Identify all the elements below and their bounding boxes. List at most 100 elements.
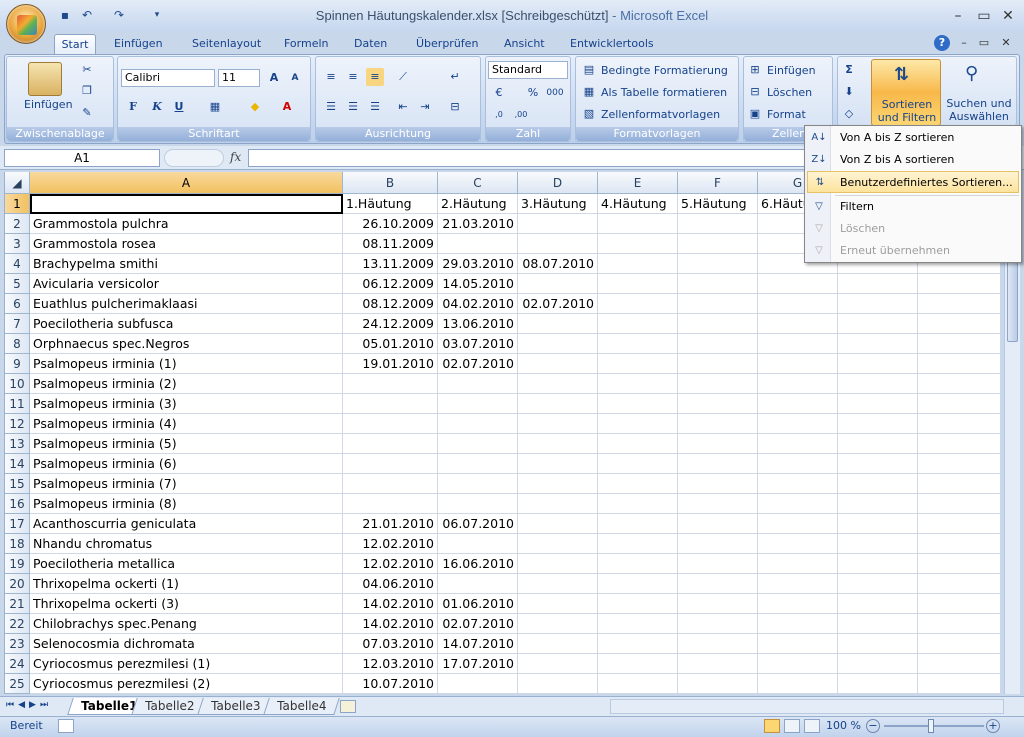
orientation-icon[interactable]: ⟋ — [394, 68, 412, 86]
save-icon[interactable]: ▪ — [56, 6, 74, 24]
cell-species[interactable]: Psalmopeus irminia (1) — [30, 354, 343, 374]
maximize-button[interactable]: ▭ — [974, 7, 994, 25]
row-header[interactable]: 11 — [5, 394, 30, 414]
menu-item-sort-az[interactable]: A↓ Von A bis Z sortieren — [807, 127, 1019, 149]
row-header[interactable]: 18 — [5, 534, 30, 554]
row-header[interactable]: 13 — [5, 434, 30, 454]
cell[interactable]: 5.Häutung — [678, 194, 758, 214]
cell[interactable] — [918, 374, 1000, 394]
cell[interactable] — [598, 554, 678, 574]
cell[interactable] — [678, 554, 758, 574]
percent-button[interactable]: % — [524, 84, 542, 102]
cell-species[interactable]: Psalmopeus irminia (6) — [30, 454, 343, 474]
shrink-font-icon[interactable]: A — [286, 69, 304, 87]
cell[interactable] — [598, 294, 678, 314]
cell[interactable] — [918, 294, 1000, 314]
cell[interactable]: 16.06.2010 — [438, 554, 518, 574]
cell-species[interactable]: Grammostola rosea — [30, 234, 343, 254]
sheet-tab-tabelle2[interactable]: Tabelle2 — [131, 698, 209, 715]
cell[interactable]: 21.01.2010 — [343, 514, 438, 534]
cell[interactable] — [918, 274, 1000, 294]
cell-species[interactable]: Thrixopelma ockerti (3) — [30, 594, 343, 614]
cell[interactable]: 01.06.2010 — [438, 594, 518, 614]
cell[interactable] — [838, 374, 918, 394]
cell[interactable] — [838, 334, 918, 354]
cell[interactable] — [678, 534, 758, 554]
cell[interactable]: 21.03.2010 — [438, 214, 518, 234]
cell-species[interactable]: Poecilotheria subfusca — [30, 314, 343, 334]
row-header[interactable]: 3 — [5, 234, 30, 254]
cell-species[interactable]: Thrixopelma ockerti (1) — [30, 574, 343, 594]
column-header-f[interactable]: F — [678, 172, 758, 194]
cell[interactable]: 2.Häutung — [438, 194, 518, 214]
tab-seitenlayout[interactable]: Seitenlayout — [188, 34, 265, 54]
row-header[interactable]: 1 — [5, 194, 30, 214]
cell[interactable] — [678, 474, 758, 494]
cell[interactable] — [438, 414, 518, 434]
tab-ueberpruefen[interactable]: Überprüfen — [412, 34, 482, 54]
increase-indent-icon[interactable]: ⇥ — [416, 98, 434, 116]
row-header[interactable]: 8 — [5, 334, 30, 354]
cell[interactable] — [438, 474, 518, 494]
cell[interactable] — [518, 494, 598, 514]
cell[interactable] — [518, 394, 598, 414]
cell-species[interactable]: Psalmopeus irminia (5) — [30, 434, 343, 454]
cell[interactable]: 12.02.2010 — [343, 534, 438, 554]
cell[interactable] — [518, 234, 598, 254]
cell[interactable] — [598, 314, 678, 334]
cell[interactable] — [918, 534, 1000, 554]
cell[interactable] — [758, 514, 838, 534]
find-select-button[interactable]: ⚲ Suchen und Auswählen — [943, 59, 1015, 126]
redo-icon[interactable]: ↷ — [110, 6, 128, 24]
column-header-a[interactable]: A — [30, 172, 343, 194]
number-format-select[interactable]: Standard — [488, 61, 568, 79]
cell[interactable] — [758, 374, 838, 394]
cell[interactable] — [918, 554, 1000, 574]
cell[interactable] — [343, 374, 438, 394]
row-header[interactable]: 16 — [5, 494, 30, 514]
cell[interactable] — [838, 574, 918, 594]
cell[interactable] — [918, 594, 1000, 614]
cell[interactable] — [918, 394, 1000, 414]
cell[interactable] — [438, 534, 518, 554]
cell[interactable] — [598, 334, 678, 354]
cell[interactable] — [838, 494, 918, 514]
row-header[interactable]: 15 — [5, 474, 30, 494]
ribbon-close-button[interactable]: ✕ — [996, 34, 1016, 52]
cell[interactable] — [518, 534, 598, 554]
cell[interactable] — [518, 614, 598, 634]
fill-icon[interactable]: ⬇ — [840, 83, 858, 101]
cell[interactable]: 12.03.2010 — [343, 654, 438, 674]
cell[interactable] — [918, 334, 1000, 354]
cell[interactable] — [438, 374, 518, 394]
cell[interactable] — [678, 434, 758, 454]
cell[interactable] — [598, 514, 678, 534]
cell[interactable] — [518, 434, 598, 454]
clear-icon[interactable]: ◇ — [840, 105, 858, 123]
cell[interactable] — [838, 414, 918, 434]
cell[interactable] — [518, 594, 598, 614]
cell[interactable] — [518, 654, 598, 674]
cell[interactable]: 14.07.2010 — [438, 634, 518, 654]
thousands-button[interactable]: 000 — [546, 84, 564, 102]
cell[interactable] — [758, 474, 838, 494]
cell[interactable] — [678, 494, 758, 514]
row-header[interactable]: 14 — [5, 454, 30, 474]
cell[interactable]: 04.02.2010 — [438, 294, 518, 314]
cell[interactable] — [758, 294, 838, 314]
cell[interactable] — [758, 594, 838, 614]
cell-species[interactable]: Psalmopeus irminia (4) — [30, 414, 343, 434]
currency-icon[interactable]: € — [490, 84, 508, 102]
minimize-button[interactable]: – — [948, 7, 968, 25]
cell[interactable] — [838, 394, 918, 414]
align-bottom-icon[interactable]: ≡ — [366, 68, 384, 86]
cell[interactable] — [758, 334, 838, 354]
cell[interactable]: 08.11.2009 — [343, 234, 438, 254]
cell[interactable] — [438, 574, 518, 594]
select-all-corner[interactable]: ◢ — [5, 172, 30, 194]
row-header[interactable]: 9 — [5, 354, 30, 374]
cell[interactable]: 19.01.2010 — [343, 354, 438, 374]
cell[interactable] — [438, 454, 518, 474]
cell-species[interactable]: Nhandu chromatus — [30, 534, 343, 554]
cell[interactable] — [918, 494, 1000, 514]
